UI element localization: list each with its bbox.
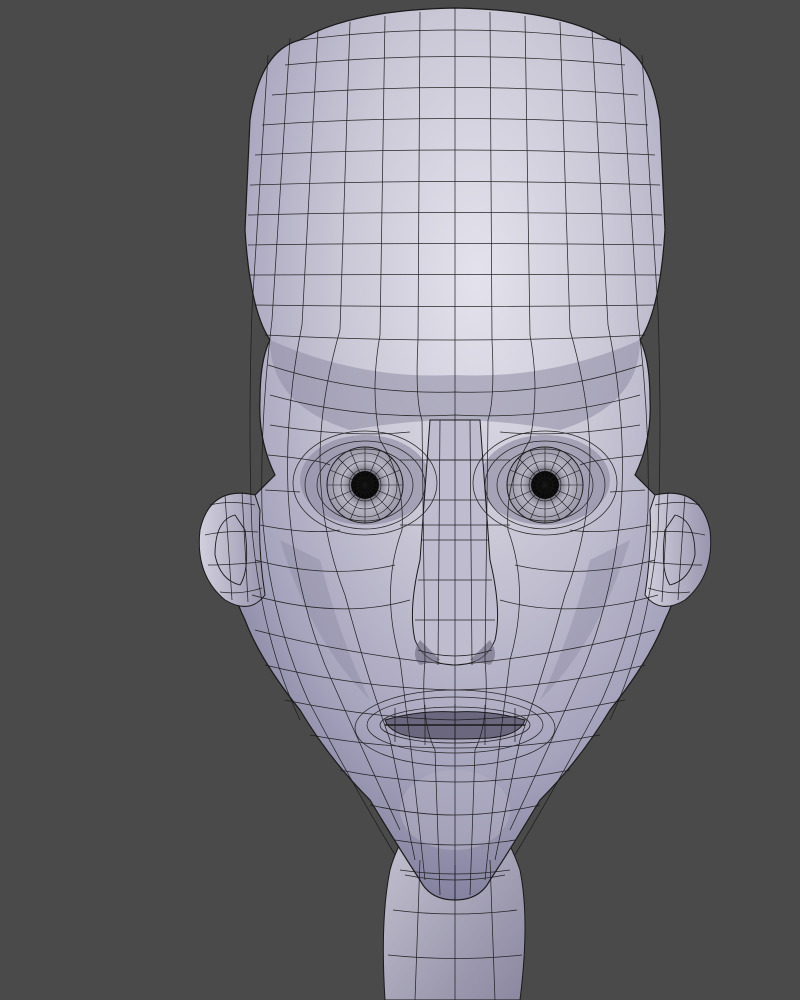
eye-wires-right [507,447,583,523]
mesh-render: // procedurally add face-center dots ove… [0,0,800,1000]
viewport-3d[interactable]: // procedurally add face-center dots ove… [0,0,800,1000]
ear-right [645,493,711,606]
ear-left [199,493,265,606]
eye-wires-left [327,447,403,523]
